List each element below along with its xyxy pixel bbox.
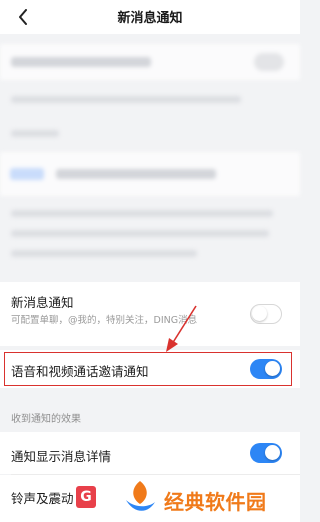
highlight-box bbox=[4, 352, 292, 386]
effects-section-label: 收到通知的效果 bbox=[11, 414, 81, 425]
ringtone-vibration-title: 铃声及震动 bbox=[11, 491, 74, 506]
obscured-settings-area bbox=[0, 34, 300, 280]
watermark-logo-icon bbox=[126, 481, 155, 511]
toggle-knob bbox=[265, 445, 280, 460]
page-title: 新消息通知 bbox=[117, 11, 183, 26]
new-message-notification-title: 新消息通知 bbox=[11, 295, 74, 310]
toggle-knob bbox=[252, 306, 267, 321]
watermark-badge: G bbox=[76, 486, 96, 508]
show-message-details-row[interactable]: 通知显示消息详情 bbox=[0, 432, 300, 474]
navigation-bar: 新消息通知 bbox=[0, 0, 300, 34]
watermark: G 经典软件园 bbox=[76, 478, 300, 518]
show-message-details-title: 通知显示消息详情 bbox=[11, 449, 112, 464]
watermark-brand-text: 经典软件园 bbox=[164, 490, 267, 514]
new-message-notification-row[interactable]: 新消息通知 可配置单聊，@我的，特别关注，DING消息 bbox=[0, 282, 300, 346]
new-message-notification-toggle[interactable] bbox=[250, 304, 282, 324]
annotation-arrow-icon bbox=[166, 305, 197, 352]
show-message-details-toggle[interactable] bbox=[250, 443, 282, 463]
